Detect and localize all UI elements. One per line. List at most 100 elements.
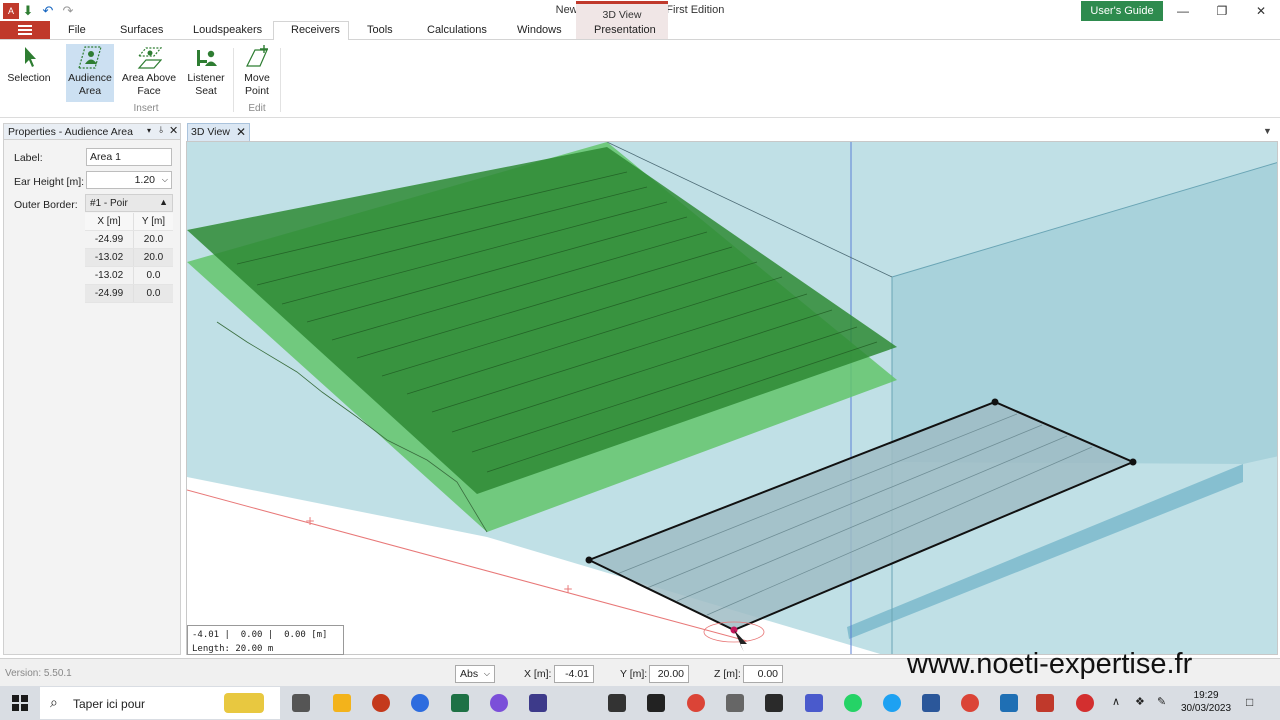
dropbox-icon[interactable]: ❖ [1135, 695, 1145, 708]
outer-border-caption: Outer Border: [14, 199, 78, 211]
area-above-face-label: Area Above Face [121, 72, 177, 97]
cursor-arrow-icon [25, 47, 36, 67]
area-above-face-button[interactable]: Area Above Face [120, 44, 178, 102]
word-icon[interactable] [922, 694, 940, 712]
pen-icon[interactable]: ✎ [1157, 695, 1166, 708]
windows-start-icon[interactable] [12, 695, 28, 711]
audience-area-button[interactable]: Audience Area [66, 44, 114, 102]
calculator-icon[interactable] [726, 694, 744, 712]
maximize-icon[interactable]: ❐ [1207, 2, 1237, 20]
cell-x[interactable]: -13.02 [85, 267, 133, 284]
cell-y[interactable]: 20.0 [133, 249, 173, 266]
zoom-icon[interactable] [411, 694, 429, 712]
move-point-button[interactable]: Move Point [238, 44, 276, 102]
whatsapp-icon[interactable] [844, 694, 862, 712]
taskbar-search-input[interactable]: ⌕ Taper ici pour [40, 687, 280, 719]
y-coordinate-label: Y [m]: [620, 668, 648, 680]
tab-tools[interactable]: Tools [367, 24, 393, 36]
close-panel-icon[interactable]: ✕ [169, 124, 178, 137]
system-clock[interactable]: 19:29 30/03/2023 [1181, 689, 1231, 715]
move-point-icon [246, 45, 268, 67]
recorder-icon[interactable] [1076, 694, 1094, 712]
coordinate-mode-value: Abs [460, 668, 479, 680]
search-icon: ⌕ [50, 694, 58, 710]
3d-scene[interactable]: + + [187, 142, 1278, 655]
users-guide-button[interactable]: User's Guide [1081, 1, 1163, 21]
video-capture-icon[interactable] [647, 694, 665, 712]
insert-group-label: Insert [133, 103, 159, 114]
cell-x[interactable]: -24.99 [85, 285, 133, 302]
tab-presentation[interactable]: Presentation [594, 24, 656, 36]
ease-app-window: A ⬇ ↶ ↷ New Project - EASE 5 First Editi… [0, 0, 1280, 720]
column-header-x: X [m] [97, 216, 121, 227]
tab-surfaces[interactable]: Surfaces [120, 24, 163, 36]
windows-taskbar: ⌕ Taper ici pour ∧ ❖ ✎ 19:29 30/03/2023 … [0, 686, 1280, 720]
border-point-handle[interactable] [991, 398, 999, 406]
document-list-icon[interactable]: ▼ [1263, 126, 1272, 136]
paint-drop-icon[interactable] [490, 694, 508, 712]
ear-height-select[interactable]: 1.20 ⌵ [86, 171, 172, 189]
group-separator [233, 48, 234, 112]
watermark-text: www.noeti-expertise.fr [907, 648, 1193, 680]
ease-app-icon[interactable] [1036, 694, 1054, 712]
table-row[interactable]: -24.99 20.0 [85, 231, 173, 249]
x-coordinate-input[interactable]: -4.01 [554, 665, 594, 683]
tool-icon[interactable] [608, 694, 626, 712]
listener-seat-icon [197, 50, 217, 66]
app-icon[interactable] [805, 694, 823, 712]
app-menu-button[interactable] [0, 21, 50, 39]
cell-x[interactable]: -13.02 [85, 249, 133, 266]
tab-loudspeakers[interactable]: Loudspeakers [193, 24, 262, 36]
audience-area-label: Audience Area [68, 72, 112, 97]
outer-border-value: #1 - Poir [90, 198, 128, 209]
powerpoint-icon[interactable] [372, 694, 390, 712]
table-row[interactable]: -13.02 20.0 [85, 249, 173, 267]
outer-border-header[interactable]: #1 - Poir ▲ [85, 194, 173, 212]
area-above-face-icon [137, 47, 162, 69]
search-highlight-icon [224, 693, 264, 713]
table-row[interactable]: -24.99 0.0 [85, 285, 173, 303]
border-point-handle[interactable] [1129, 458, 1137, 466]
app-settings-icon[interactable] [529, 694, 547, 712]
z-coordinate-input[interactable]: 0.00 [743, 665, 783, 683]
length-line: Length: 20.00 m [192, 644, 274, 654]
svg-text:+: + [563, 582, 573, 596]
tab-calculations[interactable]: Calculations [427, 24, 487, 36]
y-coordinate-input[interactable]: 20.00 [649, 665, 689, 683]
selection-button[interactable]: Selection [4, 44, 54, 102]
close-icon[interactable]: ✕ [1246, 2, 1276, 20]
clock-date: 30/03/2023 [1181, 703, 1232, 714]
tab-windows[interactable]: Windows [517, 24, 562, 36]
listener-seat-button[interactable]: Listener Seat [184, 44, 228, 102]
chrome-icon[interactable] [687, 694, 705, 712]
excel-icon[interactable] [451, 694, 469, 712]
tray-chevron-icon[interactable]: ∧ [1112, 695, 1120, 708]
tab-file[interactable]: File [68, 24, 86, 36]
panel-dropdown-icon[interactable]: ▾ [147, 126, 151, 135]
ribbon: Selection Audience Area Area Above Face [0, 40, 1280, 118]
table-row[interactable]: -13.02 0.0 [85, 267, 173, 285]
todo-icon[interactable] [883, 694, 901, 712]
pin-icon[interactable]: ⫰ [159, 125, 163, 136]
coordinate-mode-select[interactable]: Abs ⌵ [455, 665, 495, 683]
cell-y[interactable]: 0.0 [133, 285, 173, 302]
tab-receivers[interactable]: Receivers [291, 24, 340, 36]
label-input[interactable]: Area 1 [86, 148, 172, 166]
app-icon[interactable] [765, 694, 783, 712]
close-tab-icon[interactable]: ✕ [236, 125, 246, 139]
minimize-icon[interactable]: — [1168, 2, 1198, 20]
border-point-handle[interactable] [585, 556, 593, 564]
coordinate-line: -4.01 | 0.00 | 0.00 [m] [192, 630, 328, 640]
file-explorer-icon[interactable] [333, 694, 351, 712]
cell-x[interactable]: -24.99 [85, 231, 133, 248]
cell-y[interactable]: 20.0 [133, 231, 173, 248]
ear-height-caption: Ear Height [m]: [14, 176, 85, 188]
version-label: Version: 5.50.1 [5, 668, 72, 679]
cell-y[interactable]: 0.0 [133, 267, 173, 284]
app-icon[interactable] [1000, 694, 1018, 712]
chrome-icon[interactable] [961, 694, 979, 712]
x-coordinate-label: X [m]: [524, 668, 552, 680]
notification-icon[interactable]: □ [1246, 695, 1253, 709]
3d-viewport[interactable]: + + [186, 141, 1278, 655]
task-view-icon[interactable] [292, 694, 310, 712]
